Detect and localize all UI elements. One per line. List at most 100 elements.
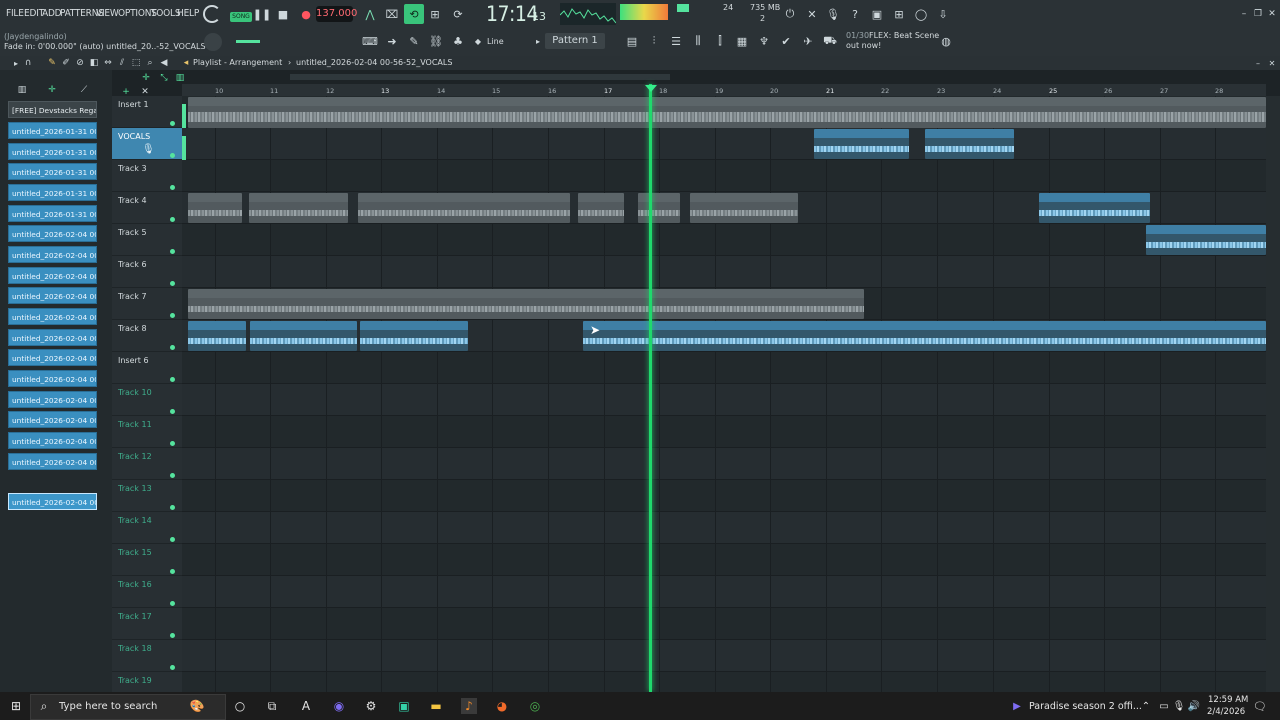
- master-volume-knob[interactable]: [204, 33, 222, 51]
- loop-record-icon[interactable]: ⟳: [450, 6, 466, 22]
- chrome-icon[interactable]: ◎: [527, 698, 543, 714]
- picker-item[interactable]: untitled_2026-01-31 00-..: [8, 122, 97, 139]
- picker-item[interactable]: untitled_2026-02-04 00-..: [8, 329, 97, 346]
- keyboard-icon[interactable]: ⌨: [362, 33, 378, 49]
- playhead-marker-icon[interactable]: [645, 85, 657, 92]
- tuner-icon[interactable]: ✔: [778, 33, 794, 49]
- track-header[interactable]: Insert 1: [112, 96, 182, 128]
- taskbar-date[interactable]: 2/4/2026: [1207, 707, 1245, 717]
- paint-palette-icon[interactable]: 🎨: [178, 698, 216, 714]
- help-icon[interactable]: ?: [847, 6, 863, 22]
- track-header[interactable]: Track 14: [112, 512, 182, 544]
- track-header[interactable]: Insert 6: [112, 352, 182, 384]
- track-header[interactable]: Track 11: [112, 416, 182, 448]
- tray-chevron-icon[interactable]: ⌃: [1138, 698, 1154, 714]
- menu-view[interactable]: VIEW: [96, 8, 119, 19]
- track-enable-led[interactable]: [170, 121, 175, 126]
- track-header[interactable]: Track 16: [112, 576, 182, 608]
- track-enable-led[interactable]: [170, 665, 175, 670]
- countdown-toggle[interactable]: ⟲: [404, 4, 424, 24]
- browser-icon[interactable]: ▦: [734, 33, 750, 49]
- browser-taskbar-icon[interactable]: ◕: [494, 698, 510, 714]
- track-enable-led[interactable]: [170, 185, 175, 190]
- snap-mode[interactable]: Line: [487, 37, 504, 46]
- picker-audio-icon[interactable]: ✛: [44, 82, 60, 98]
- media-title[interactable]: Paradise season 2 offi...: [1029, 701, 1142, 712]
- discord-icon[interactable]: ◉: [331, 698, 347, 714]
- news-text[interactable]: FLEX: Beat Scene: [869, 31, 939, 40]
- audio-clip[interactable]: untitled_2026-0..00-53-22_VOCALS: [1146, 225, 1266, 255]
- mic-tray-icon[interactable]: 🎙: [1171, 698, 1187, 714]
- audio-clip[interactable]: untitled_202..28-45_VOCALS: [814, 129, 909, 159]
- arrow-right-icon[interactable]: ➜: [384, 33, 400, 49]
- menu-help[interactable]: HELP: [177, 8, 199, 19]
- draw-tool-icon[interactable]: ✎: [406, 33, 422, 49]
- cart-icon[interactable]: ⛟: [822, 33, 838, 49]
- picker-item[interactable]: untitled_2026-02-04 00-..: [8, 411, 97, 428]
- audio-clip[interactable]: untitled_2026-..-01-46_VOCALS: [690, 193, 798, 223]
- chat-icon[interactable]: ◯: [913, 6, 929, 22]
- settings-icon[interactable]: ⚙: [363, 698, 379, 714]
- playback-tool-icon[interactable]: ◀: [156, 55, 172, 71]
- network-icon[interactable]: ▭: [1156, 698, 1172, 714]
- download-icon[interactable]: ⇩: [935, 6, 951, 22]
- arrangement-grid[interactable]: [FREE] Devstacks Regalia Jayze Type Beat…: [182, 96, 1266, 692]
- pattern-selector[interactable]: Pattern 1: [545, 33, 605, 49]
- shrink-icon[interactable]: ⤡: [156, 70, 172, 86]
- audio-clip[interactable]: untitl..VOCALS: [188, 193, 242, 223]
- track-enable-led[interactable]: [170, 601, 175, 606]
- track-header[interactable]: Track 3: [112, 160, 182, 192]
- track-enable-led[interactable]: [170, 473, 175, 478]
- menu-add[interactable]: ADD: [42, 8, 62, 19]
- picker-item[interactable]: untitled_2026-02-04 00-..: [8, 432, 97, 449]
- track-header-selected[interactable]: VOCALS 🎙: [112, 128, 182, 160]
- power-icon[interactable]: ⏻: [782, 6, 798, 22]
- menu-file[interactable]: FILE: [6, 8, 24, 19]
- picker-item[interactable]: untitled_2026-02-04 00-..: [8, 349, 97, 366]
- track-enable-led[interactable]: [170, 153, 175, 158]
- magnet-icon[interactable]: ∩: [20, 55, 36, 71]
- channel-view-icon[interactable]: ⫿: [712, 33, 728, 49]
- stamp-icon[interactable]: ♣: [450, 33, 466, 49]
- audio-clip[interactable]: untitled_2026-02-04 00-55-31_VOCALS: [188, 289, 864, 319]
- vertical-scrollbar[interactable]: [1266, 96, 1280, 692]
- nav-arrows-icon[interactable]: ◂: [178, 55, 194, 71]
- picker-item[interactable]: untitled_2026-01-31 00-..: [8, 143, 97, 160]
- track-enable-led[interactable]: [170, 313, 175, 318]
- audio-clip-selected[interactable]: untitled_2026-02-04 00-56-52_VOCALS: [583, 321, 1266, 351]
- track-header[interactable]: Track 10: [112, 384, 182, 416]
- news-text-2[interactable]: out now!: [846, 41, 881, 50]
- tools-icon[interactable]: ✕: [804, 6, 820, 22]
- mixer-icon[interactable]: ⊞: [891, 6, 907, 22]
- track-header[interactable]: Track 6: [112, 256, 182, 288]
- media-player-icon[interactable]: ▶: [1009, 698, 1025, 714]
- picker-item-selected[interactable]: untitled_2026-02-04 00-..: [8, 493, 97, 510]
- step-edit-icon[interactable]: ⊞: [427, 6, 443, 22]
- wait-input-icon[interactable]: ⌧: [384, 6, 400, 22]
- mixer-view-icon[interactable]: ⫼: [690, 33, 706, 49]
- audio-clip[interactable]: untitled_2026-01-31 00-01-46_VOCALS: [358, 193, 570, 223]
- metronome-icon[interactable]: ⋀: [362, 6, 378, 22]
- track-header[interactable]: Track 7: [112, 288, 182, 320]
- close-button[interactable]: ✕: [1264, 6, 1280, 22]
- record-button[interactable]: ●: [298, 6, 314, 22]
- volume-icon[interactable]: 🔊: [1186, 698, 1202, 714]
- fl-studio-taskbar-icon[interactable]: ♪: [461, 698, 477, 714]
- picker-item[interactable]: untitled_2026-02-04 00-..: [8, 246, 97, 263]
- audio-clip-beat[interactable]: [FREE] Devstacks Regalia Jayze Type Beat…: [188, 97, 1266, 128]
- playlist-close-button[interactable]: ✕: [1264, 55, 1280, 71]
- capcut-icon[interactable]: ▣: [396, 698, 412, 714]
- track-header[interactable]: Track 17: [112, 608, 182, 640]
- picker-patterns-icon[interactable]: ▥: [14, 82, 30, 98]
- track-header[interactable]: Track 5: [112, 224, 182, 256]
- song-position[interactable]: 17:14: [486, 2, 538, 26]
- picker-item[interactable]: untitled_2026-01-31 00-..: [8, 184, 97, 201]
- microphone-icon[interactable]: 🎙: [825, 6, 841, 22]
- track-enable-led[interactable]: [170, 217, 175, 222]
- notification-icon[interactable]: 🗨: [1252, 698, 1268, 714]
- picker-item[interactable]: untitled_2026-02-04 00-..: [8, 453, 97, 470]
- picker-item[interactable]: untitled_2026-02-04 00-..: [8, 225, 97, 242]
- audio-clip[interactable]: unti..CALS: [638, 193, 680, 223]
- track-enable-led[interactable]: [170, 537, 175, 542]
- playhead[interactable]: [649, 84, 652, 692]
